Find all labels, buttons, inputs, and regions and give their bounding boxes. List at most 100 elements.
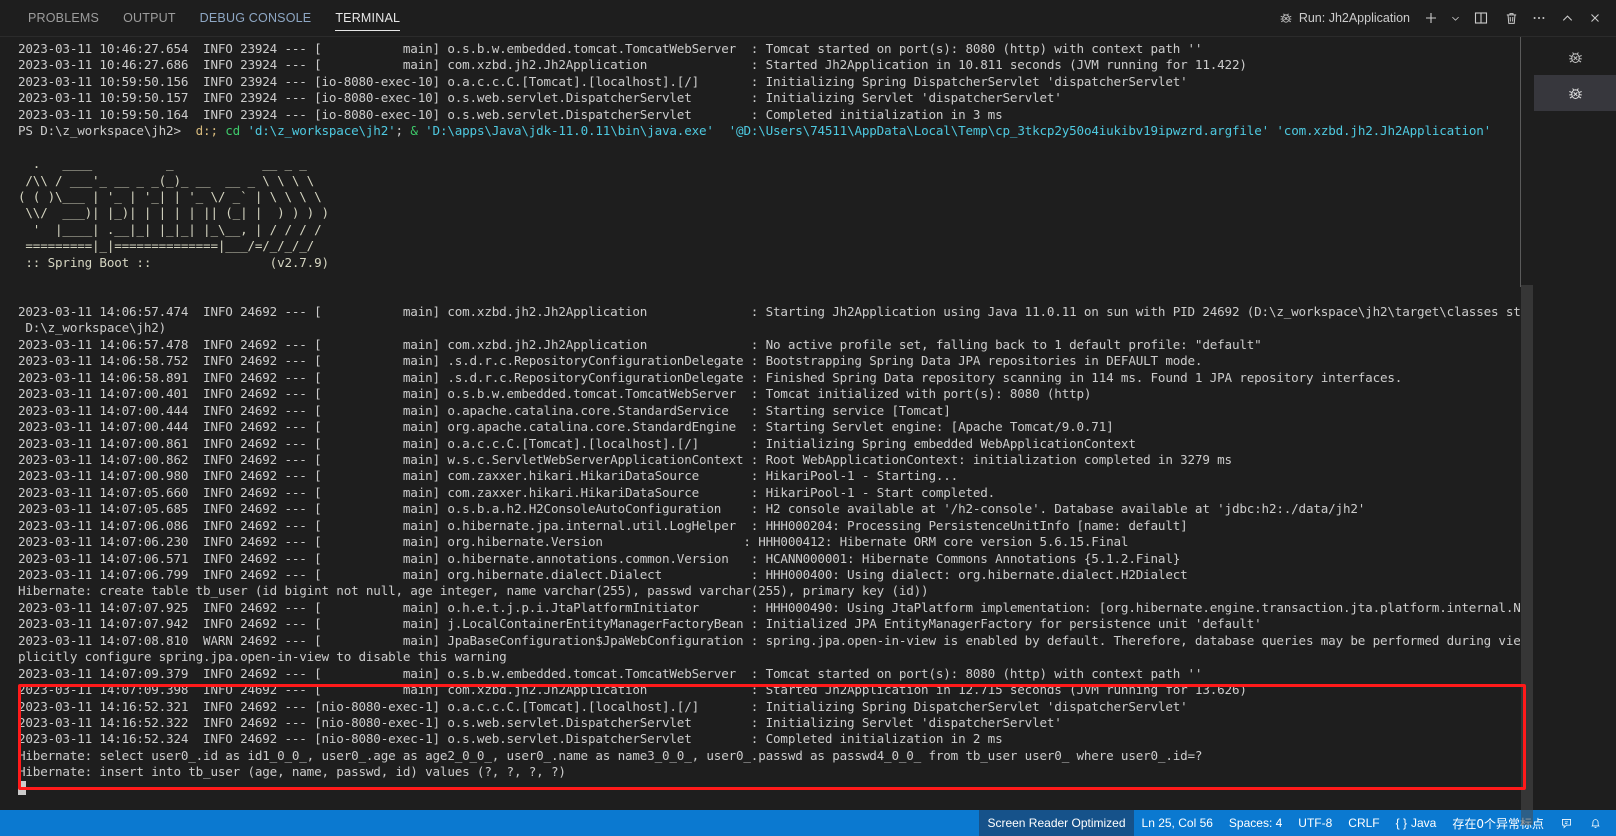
terminal-line: 2023-03-11 14:07:00.401 INFO 24692 --- [… bbox=[18, 386, 1520, 402]
terminal-line: 2023-03-11 14:16:52.322 INFO 24692 --- [… bbox=[18, 715, 1520, 731]
new-terminal-button[interactable] bbox=[1418, 6, 1444, 30]
tab-terminal[interactable]: TERMINAL bbox=[323, 0, 412, 36]
terminal-line: 2023-03-11 14:07:06.086 INFO 24692 --- [… bbox=[18, 518, 1520, 534]
terminal-cursor bbox=[18, 780, 26, 795]
tab-debug-console[interactable]: DEBUG CONSOLE bbox=[188, 0, 324, 36]
scrollbar-track bbox=[1520, 37, 1521, 287]
terminal-text-span: 2023-03-11 14:06:57.474 INFO 24692 --- [… bbox=[18, 304, 1520, 319]
terminal-text-span: '@D:\Users\74511\AppData\Local\Temp\cp_3… bbox=[728, 123, 1270, 139]
debug-bug-icon bbox=[1279, 11, 1293, 25]
terminal-line: 2023-03-11 14:07:00.861 INFO 24692 --- [… bbox=[18, 436, 1520, 452]
terminal-line: 2023-03-11 14:07:08.810 WARN 24692 --- [… bbox=[18, 633, 1520, 649]
terminal-text-span: 2023-03-11 14:07:00.401 INFO 24692 --- [… bbox=[18, 386, 1092, 402]
terminal-line: 2023-03-11 14:07:00.444 INFO 24692 --- [… bbox=[18, 419, 1520, 435]
terminal-line: 2023-03-11 10:46:27.686 INFO 23924 --- [… bbox=[18, 57, 1520, 73]
terminal-line: ' |____| .__|_| |_|_| |_\__, | / / / / bbox=[18, 222, 1520, 238]
terminal-text-span: 2023-03-11 14:07:00.980 INFO 24692 --- [… bbox=[18, 468, 959, 484]
status-screen-reader-label: Screen Reader Optimized bbox=[987, 816, 1126, 830]
terminal-text-span: 2023-03-11 14:07:00.861 INFO 24692 --- [… bbox=[18, 435, 1136, 451]
terminal-text-span: D:\z_workspace\jh2) bbox=[18, 320, 167, 336]
terminal-text-span: 'D:\apps\Java\jdk-11.0.11\bin\java.exe' bbox=[425, 123, 714, 139]
terminal-text-span: 2023-03-11 14:07:09.398 INFO 24692 --- [… bbox=[18, 682, 1247, 698]
terminal-text-span: /\\ / ___'_ __ _ _(_)_ __ __ _ \ \ \ \ bbox=[18, 172, 315, 188]
status-feedback-icon[interactable] bbox=[1552, 810, 1581, 836]
tab-problems[interactable]: PROBLEMS bbox=[16, 0, 111, 36]
status-problems-count[interactable]: 存在0个异常标点 bbox=[1444, 810, 1552, 836]
braces-icon: { } bbox=[1395, 816, 1407, 830]
status-indentation[interactable]: Spaces: 4 bbox=[1221, 810, 1290, 836]
terminal-text-span: 'com.xzbd.jh2.Jh2Application' bbox=[1276, 123, 1492, 139]
panel-body: 2023-03-11 10:46:27.654 INFO 23924 --- [… bbox=[0, 37, 1616, 825]
status-indentation-label: Spaces: 4 bbox=[1228, 816, 1283, 830]
panel-tab-list: PROBLEMS OUTPUT DEBUG CONSOLE TERMINAL bbox=[0, 0, 412, 36]
status-encoding[interactable]: UTF-8 bbox=[1290, 810, 1340, 836]
terminal-output[interactable]: 2023-03-11 10:46:27.654 INFO 23924 --- [… bbox=[0, 37, 1520, 810]
terminal-line: PS D:\z_workspace\jh2> d:; cd 'd:\z_work… bbox=[18, 123, 1520, 139]
terminal-selector[interactable]: Run: Jh2Application bbox=[1273, 11, 1416, 25]
status-cursor-position[interactable]: Ln 25, Col 56 bbox=[1134, 810, 1221, 836]
terminal-text: 2023-03-11 10:46:27.654 INFO 23924 --- [… bbox=[18, 41, 1520, 797]
more-actions-button[interactable] bbox=[1526, 6, 1552, 30]
status-cursor-position-label: Ln 25, Col 56 bbox=[1141, 816, 1213, 830]
terminal-line: 2023-03-11 14:07:07.925 INFO 24692 --- [… bbox=[18, 600, 1520, 616]
terminal-text-span: 2023-03-11 14:07:00.862 INFO 24692 --- [… bbox=[18, 451, 1232, 467]
terminal-text-span: 2023-03-11 10:46:27.686 INFO 23924 --- [… bbox=[18, 57, 1247, 73]
panel-title-bar: PROBLEMS OUTPUT DEBUG CONSOLE TERMINAL R… bbox=[0, 0, 1616, 37]
terminal-text-span: 2023-03-11 14:07:05.685 INFO 24692 --- [… bbox=[18, 501, 1366, 517]
terminal-line: 2023-03-11 14:07:06.799 INFO 24692 --- [… bbox=[18, 567, 1520, 583]
terminal-scrollbar[interactable] bbox=[1520, 37, 1534, 825]
scrollbar-thumb[interactable] bbox=[1521, 285, 1533, 825]
terminal-text-span: plicitly configure spring.jpa.open-in-vi… bbox=[18, 649, 507, 665]
terminal-line: 2023-03-11 14:16:52.321 INFO 24692 --- [… bbox=[18, 699, 1520, 715]
terminal-line: 2023-03-11 14:06:57.474 INFO 24692 --- [… bbox=[18, 304, 1520, 320]
status-screen-reader[interactable]: Screen Reader Optimized bbox=[979, 810, 1134, 836]
chevron-down-icon[interactable] bbox=[1446, 6, 1464, 30]
terminal-line: . ____ _ __ _ _ bbox=[18, 156, 1520, 172]
tab-output-label: OUTPUT bbox=[123, 11, 176, 25]
terminal-line: 2023-03-11 10:59:50.157 INFO 23924 --- [… bbox=[18, 90, 1520, 106]
close-panel-button[interactable] bbox=[1582, 6, 1608, 30]
terminal-line: 2023-03-11 14:06:58.752 INFO 24692 --- [… bbox=[18, 353, 1520, 369]
terminal-line: 2023-03-11 14:07:00.862 INFO 24692 --- [… bbox=[18, 452, 1520, 468]
terminal-text-span: ' |____| .__|_| |_|_| |_\__, | / / / / bbox=[18, 221, 322, 237]
terminal-text-span: 2023-03-11 14:07:07.925 INFO 24692 --- [… bbox=[18, 599, 1520, 615]
terminal-line: Hibernate: create table tb_user (id bigi… bbox=[18, 583, 1520, 599]
terminal-line: 2023-03-11 14:07:07.942 INFO 24692 --- [… bbox=[18, 616, 1520, 632]
debug-bug-icon-1[interactable] bbox=[1534, 39, 1616, 75]
terminal-text-span: ( ( )\___ | '_ | '_| | '_ \/ _` | \ \ \ … bbox=[18, 188, 322, 204]
terminal-text-span: 2023-03-11 14:07:06.799 INFO 24692 --- [… bbox=[18, 567, 1188, 582]
terminal-text-span: 2023-03-11 14:06:58.891 INFO 24692 --- [… bbox=[18, 369, 1403, 385]
status-eol-label: CRLF bbox=[1348, 816, 1380, 830]
terminal-line: Hibernate: select user0_.id as id1_0_0_,… bbox=[18, 748, 1520, 764]
terminal-line: plicitly configure spring.jpa.open-in-vi… bbox=[18, 649, 1520, 665]
terminal-text-span: . ____ _ __ _ _ bbox=[18, 156, 307, 172]
terminal-line: ( ( )\___ | '_ | '_| | '_ \/ _` | \ \ \ … bbox=[18, 189, 1520, 205]
terminal-text-span: 2023-03-11 14:07:05.660 INFO 24692 --- [… bbox=[18, 484, 996, 500]
terminal-text-span: cd bbox=[217, 123, 248, 139]
kill-terminal-button[interactable] bbox=[1498, 6, 1524, 30]
terminal-text-span: 2023-03-11 14:06:58.752 INFO 24692 --- [… bbox=[18, 353, 1203, 369]
terminal-line: \\/ ___)| |_)| | | | | || (_| | ) ) ) ) bbox=[18, 205, 1520, 221]
terminal-text-span bbox=[714, 123, 729, 138]
maximize-panel-button[interactable] bbox=[1554, 6, 1580, 30]
terminal-line: 2023-03-11 14:07:09.379 INFO 24692 --- [… bbox=[18, 666, 1520, 682]
split-terminal-button[interactable] bbox=[1466, 6, 1496, 30]
terminal-text-span: 2023-03-11 14:07:06.571 INFO 24692 --- [… bbox=[18, 550, 1181, 566]
debug-bug-icon-2[interactable] bbox=[1534, 75, 1616, 111]
terminal-line: 2023-03-11 14:07:00.444 INFO 24692 --- [… bbox=[18, 403, 1520, 419]
status-language-mode-label: Java bbox=[1411, 816, 1437, 830]
status-eol[interactable]: CRLF bbox=[1340, 810, 1387, 836]
status-language-mode[interactable]: { } Java bbox=[1388, 810, 1445, 836]
terminal-line: =========|_|==============|___/=/_/_/_/ bbox=[18, 238, 1520, 254]
terminal-text-span: 2023-03-11 14:07:00.444 INFO 24692 --- [… bbox=[18, 419, 1114, 435]
terminal-line: 2023-03-11 10:59:50.156 INFO 23924 --- [… bbox=[18, 74, 1520, 90]
tab-output[interactable]: OUTPUT bbox=[111, 0, 188, 36]
status-notifications-bell-icon[interactable] bbox=[1581, 810, 1610, 836]
status-encoding-label: UTF-8 bbox=[1298, 816, 1333, 830]
terminal-text-span: 2023-03-11 14:16:52.324 INFO 24692 --- [… bbox=[18, 731, 1003, 747]
terminal-selector-label: Run: Jh2Application bbox=[1298, 11, 1410, 25]
tab-terminal-label: TERMINAL bbox=[335, 11, 401, 25]
terminal-line: D:\z_workspace\jh2) bbox=[18, 320, 1520, 336]
